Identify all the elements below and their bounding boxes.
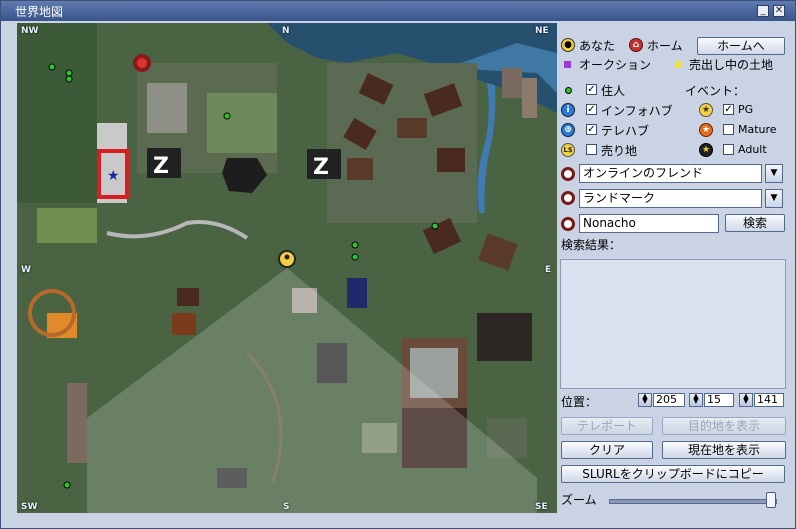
home-icon: ⌂ [629,38,643,52]
telehub-label: テレハブ [601,124,650,138]
legend-home-label: ホーム [647,39,683,53]
pg-label: PG [738,103,754,116]
friend-status-icon [561,167,575,181]
resident-dot-icon [565,87,572,94]
map-terrain: ★ Z Z [17,23,557,513]
infohub-checkbox[interactable]: ✓ [586,104,597,115]
adult-checkbox[interactable] [723,144,734,155]
location-y-spinner-icon[interactable]: ▲ ▼ [689,393,703,407]
show-destination-button[interactable]: 目的地を表示 [662,417,786,435]
close-button[interactable]: ✕ [773,5,785,17]
mature-checkbox[interactable] [723,124,734,135]
pg-event-icon: ★ [699,103,713,117]
search-results-list[interactable] [560,259,786,389]
corner-label-nw: NW [21,26,39,36]
copy-slurl-button[interactable]: SLURLをクリップボードにコピー [561,465,785,483]
you-icon: ● [561,38,575,52]
svg-text:★: ★ [107,168,120,184]
svg-text:Z: Z [313,155,329,180]
zoom-slider-thumb[interactable] [766,492,777,508]
corner-label-se: SE [535,502,548,512]
world-map-window: 世界地図 _ ✕ ★ Z Z NW N NE W E SW S SE ● あなた… [0,0,796,529]
location-x-field[interactable]: 205 [653,393,685,407]
legend-you-label: あなた [579,39,616,53]
zoom-label: ズーム [561,493,597,507]
telehub-icon: ⊕ [561,123,575,137]
mature-event-icon: ★ [699,123,713,137]
show-current-location-button[interactable]: 現在地を表示 [662,441,786,459]
corner-label-s: S [283,502,290,512]
corner-label-sw: SW [21,502,38,512]
minimize-button[interactable]: _ [757,5,769,17]
for-sale-label: 売り地 [601,144,638,158]
landmark-combo-dropdown-icon[interactable]: ▼ [765,189,783,208]
auction-swatch [564,61,571,68]
search-status-icon [561,217,575,231]
adult-event-icon: ★ [699,143,713,157]
map-control-panel: ● あなた ⌂ ホーム ホームへ オークション 売出し中の土地 ✓ 住人 イベン… [557,23,795,528]
teleport-button[interactable]: テレポート [561,417,653,435]
adult-label: Adult [738,143,767,156]
resident-label: 住人 [601,84,626,98]
corner-label-n: N [282,26,290,36]
svg-text:Z: Z [153,154,169,179]
location-z-spinner-icon[interactable]: ▲ ▼ [739,393,753,407]
mature-label: Mature [738,123,777,136]
location-label: 位置： [561,395,598,409]
zoom-slider-track[interactable] [609,499,777,504]
location-z-field[interactable]: 141 [754,393,784,407]
search-results-label: 検索結果： [561,238,622,252]
landmark-status-icon [561,191,575,205]
corner-label-ne: NE [535,26,549,36]
for-sale-checkbox[interactable] [586,144,597,155]
search-input[interactable]: Nonacho [579,214,719,233]
location-x-spinner-icon[interactable]: ▲ ▼ [638,393,652,407]
for-sale-icon: L$ [561,143,575,157]
corner-label-w: W [21,265,31,275]
world-map-canvas[interactable]: ★ Z Z NW N NE W E SW S SE [17,23,557,513]
friends-combo-dropdown-icon[interactable]: ▼ [765,164,783,183]
go-home-button[interactable]: ホームへ [697,37,785,55]
infohub-label: インフォハブ [601,104,673,118]
pg-checkbox[interactable]: ✓ [723,104,734,115]
search-button[interactable]: 検索 [725,214,785,232]
friends-combo[interactable]: オンラインのフレンド [579,164,762,183]
telehub-checkbox[interactable]: ✓ [586,124,597,135]
legend-for-sale-label: 売出し中の土地 [689,58,774,72]
landmark-combo[interactable]: ランドマーク [579,189,762,208]
legend-auction-label: オークション [579,58,652,72]
location-y-field[interactable]: 15 [704,393,734,407]
events-label: イベント： [685,84,746,98]
for-sale-swatch [675,61,682,68]
title-bar[interactable]: 世界地図 _ ✕ [1,1,795,21]
resident-checkbox[interactable]: ✓ [586,84,597,95]
infohub-icon: i [561,103,575,117]
corner-label-e: E [545,265,552,275]
clear-button[interactable]: クリア [561,441,653,459]
window-title: 世界地図 [15,5,64,19]
